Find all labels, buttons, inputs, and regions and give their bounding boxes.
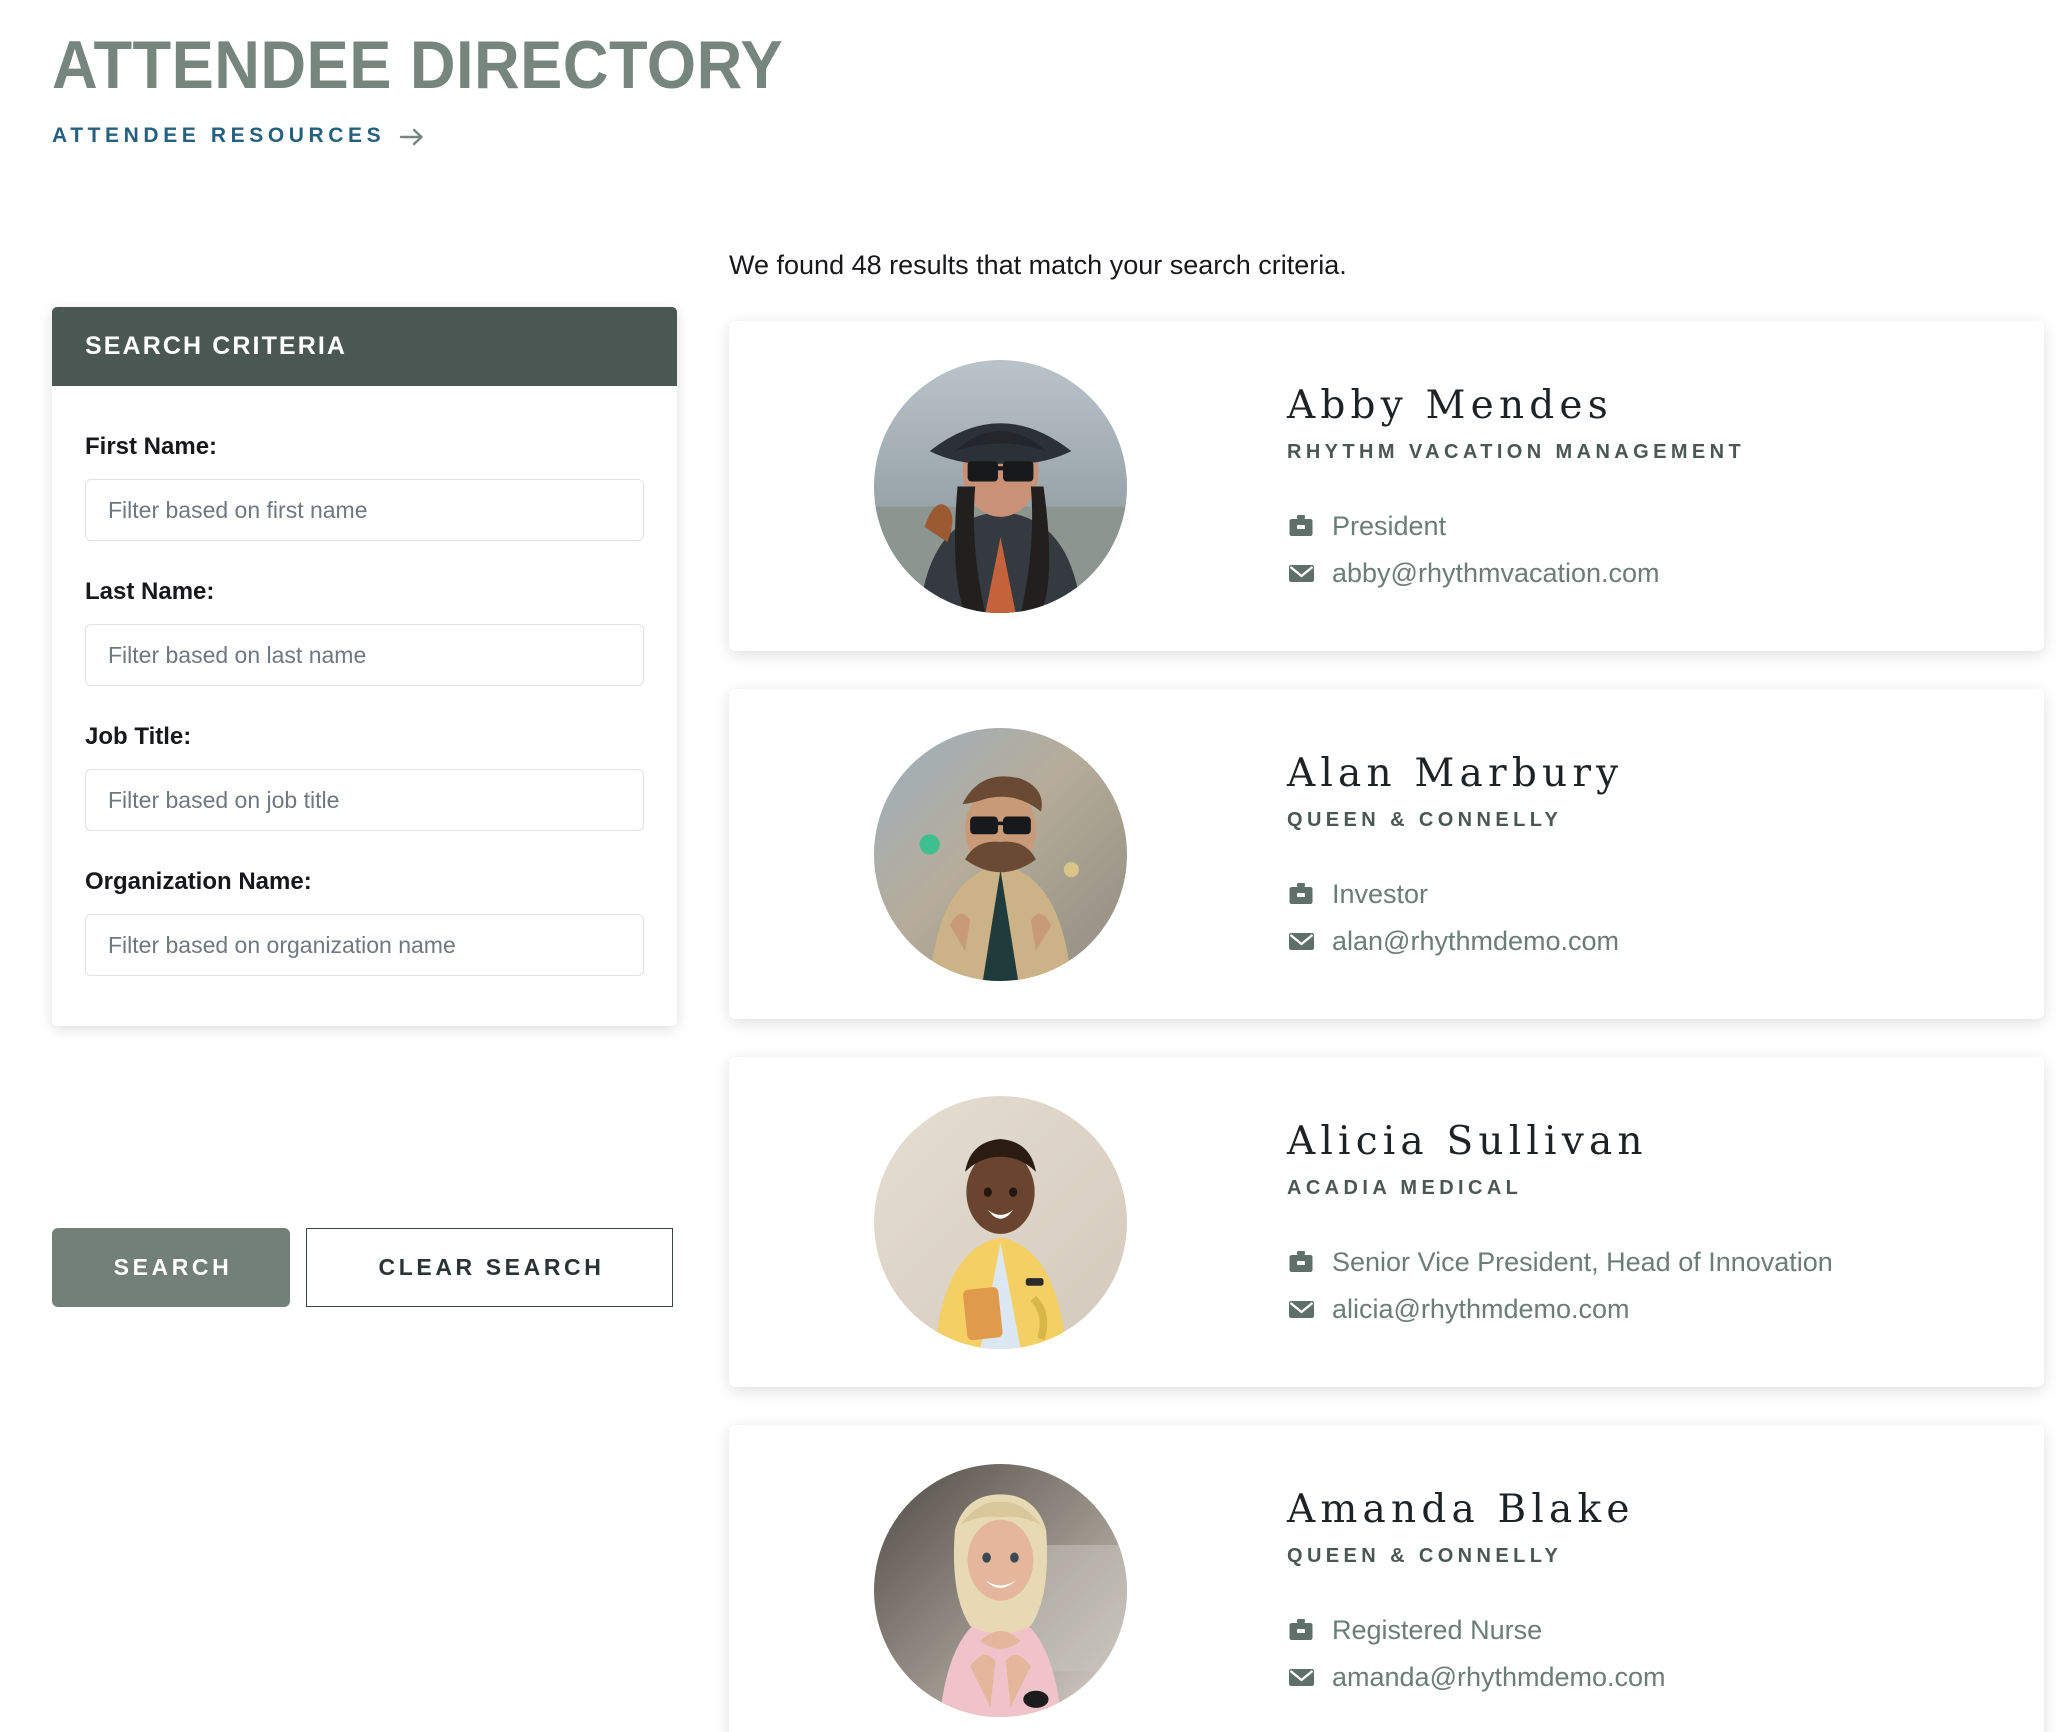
briefcase-icon (1287, 512, 1315, 540)
envelope-icon (1287, 1295, 1315, 1323)
attendee-email[interactable]: alan@rhythmdemo.com (1332, 924, 1619, 958)
avatar (874, 359, 1127, 613)
job-title-row: Investor (1287, 877, 2004, 911)
attendee-info: Alan Marbury QUEEN & CONNELLY Investor a… (1287, 750, 2044, 958)
briefcase-icon (1287, 1248, 1315, 1276)
attendee-name: Amanda Blake (1287, 1487, 1635, 1532)
envelope-icon (1287, 559, 1315, 587)
job-title-row: Senior Vice President, Head of Innovatio… (1287, 1245, 2004, 1279)
attendee-organization: RHYTHM VACATION MANAGEMENT (1287, 441, 1746, 463)
briefcase-icon (1287, 880, 1315, 908)
search-button[interactable]: SEARCH (52, 1228, 290, 1307)
attendee-name: Alan Marbury (1287, 751, 1624, 796)
attendee-job-title: Registered Nurse (1332, 1615, 1543, 1645)
job-title-row: President (1287, 509, 2004, 543)
attendee-email[interactable]: amanda@rhythmdemo.com (1332, 1660, 1666, 1694)
job-title-input[interactable] (85, 769, 644, 831)
clear-search-button[interactable]: CLEAR SEARCH (306, 1228, 673, 1307)
envelope-icon (1287, 1663, 1315, 1691)
search-criteria-header: SEARCH CRITERIA (52, 307, 677, 386)
avatar (874, 1463, 1127, 1717)
search-criteria-body: First Name: Last Name: Job Title: Organi… (52, 386, 677, 1026)
attendee-card[interactable]: Abby Mendes RHYTHM VACATION MANAGEMENT P… (729, 321, 2044, 651)
email-row: amanda@rhythmdemo.com (1287, 1660, 2004, 1694)
attendee-name: Abby Mendes (1287, 383, 1613, 428)
field-group-last-name: Last Name: (85, 577, 644, 686)
attendee-meta: Investor alan@rhythmdemo.com (1287, 877, 2004, 958)
attendee-meta: Senior Vice President, Head of Innovatio… (1287, 1245, 2004, 1326)
attendee-organization: QUEEN & CONNELLY (1287, 809, 1563, 831)
avatar (874, 1095, 1127, 1349)
attendee-job-title: Senior Vice President, Head of Innovatio… (1332, 1247, 1833, 1277)
results-count-text: We found 48 results that match your sear… (729, 250, 1347, 280)
email-row: alan@rhythmdemo.com (1287, 924, 2004, 958)
field-group-organization-name: Organization Name: (85, 867, 644, 976)
attendee-meta: Registered Nurse amanda@rhythmdemo.com (1287, 1613, 2004, 1694)
organization-name-input[interactable] (85, 914, 644, 976)
last-name-label: Last Name: (85, 578, 215, 605)
search-criteria-title: SEARCH CRITERIA (85, 332, 348, 360)
attendee-card[interactable]: Amanda Blake QUEEN & CONNELLY Registered… (729, 1425, 2044, 1732)
last-name-input[interactable] (85, 624, 644, 686)
first-name-input[interactable] (85, 479, 644, 541)
attendee-info: Amanda Blake QUEEN & CONNELLY Registered… (1287, 1486, 2044, 1694)
avatar (874, 727, 1127, 981)
field-group-first-name: First Name: (85, 432, 644, 541)
attendee-job-title: President (1332, 511, 1447, 541)
search-actions: SEARCH CLEAR SEARCH (52, 1228, 673, 1307)
attendee-card-list: Abby Mendes RHYTHM VACATION MANAGEMENT P… (729, 321, 2044, 1732)
email-row: alicia@rhythmdemo.com (1287, 1292, 2004, 1326)
attendee-organization: QUEEN & CONNELLY (1287, 1545, 1563, 1567)
attendee-info: Alicia Sullivan ACADIA MEDICAL Senior Vi… (1287, 1118, 2044, 1326)
attendee-organization: ACADIA MEDICAL (1287, 1177, 1523, 1199)
job-title-row: Registered Nurse (1287, 1613, 2004, 1647)
attendee-email[interactable]: abby@rhythmvacation.com (1332, 556, 1660, 590)
attendee-job-title: Investor (1332, 879, 1429, 909)
attendee-email[interactable]: alicia@rhythmdemo.com (1332, 1292, 1630, 1326)
briefcase-icon (1287, 1616, 1315, 1644)
attendee-card[interactable]: Alan Marbury QUEEN & CONNELLY Investor a… (729, 689, 2044, 1019)
search-criteria-panel: SEARCH CRITERIA First Name: Last Name: J… (52, 307, 677, 1026)
job-title-label: Job Title: (85, 723, 192, 750)
organization-name-label: Organization Name: (85, 868, 312, 895)
field-group-job-title: Job Title: (85, 722, 644, 831)
envelope-icon (1287, 927, 1315, 955)
attendee-directory-page: ATTENDEE DIRECTORY ATTENDEE RESOURCES SE… (0, 0, 2072, 1732)
attendee-meta: President abby@rhythmvacation.com (1287, 509, 2004, 590)
email-row: abby@rhythmvacation.com (1287, 556, 2004, 590)
attendee-info: Abby Mendes RHYTHM VACATION MANAGEMENT P… (1287, 382, 2044, 590)
attendee-name: Alicia Sullivan (1287, 1119, 1648, 1164)
attendee-card[interactable]: Alicia Sullivan ACADIA MEDICAL Senior Vi… (729, 1057, 2044, 1387)
page-content: SEARCH CRITERIA First Name: Last Name: J… (0, 0, 2072, 1732)
first-name-label: First Name: (85, 433, 218, 460)
